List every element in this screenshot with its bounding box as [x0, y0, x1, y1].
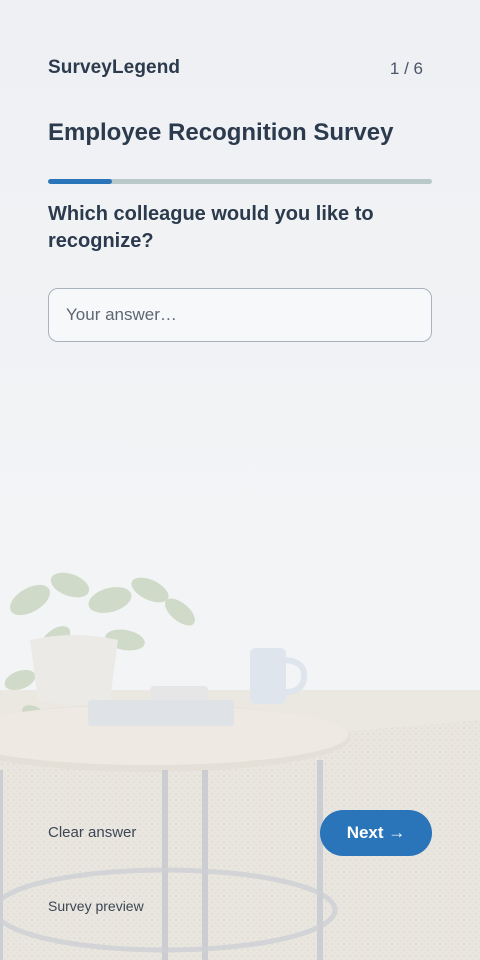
question-counter: 1 / 6 [389, 59, 423, 78]
survey-screen: SurveyLegend 1 / 6 Employee Recognition … [0, 0, 480, 960]
brand-logo: SurveyLegend [48, 57, 181, 78]
question-text: Which colleague would you like to recogn… [48, 203, 374, 252]
survey-title: Employee Recognition Survey [48, 119, 394, 146]
answer-input[interactable] [48, 288, 432, 342]
progress-bar [48, 179, 432, 184]
clear-answer-link[interactable]: Clear answer [48, 824, 136, 841]
next-button[interactable]: Next → [320, 810, 432, 856]
progress-fill [48, 179, 113, 184]
survey-preview-label: Survey preview [48, 898, 144, 914]
